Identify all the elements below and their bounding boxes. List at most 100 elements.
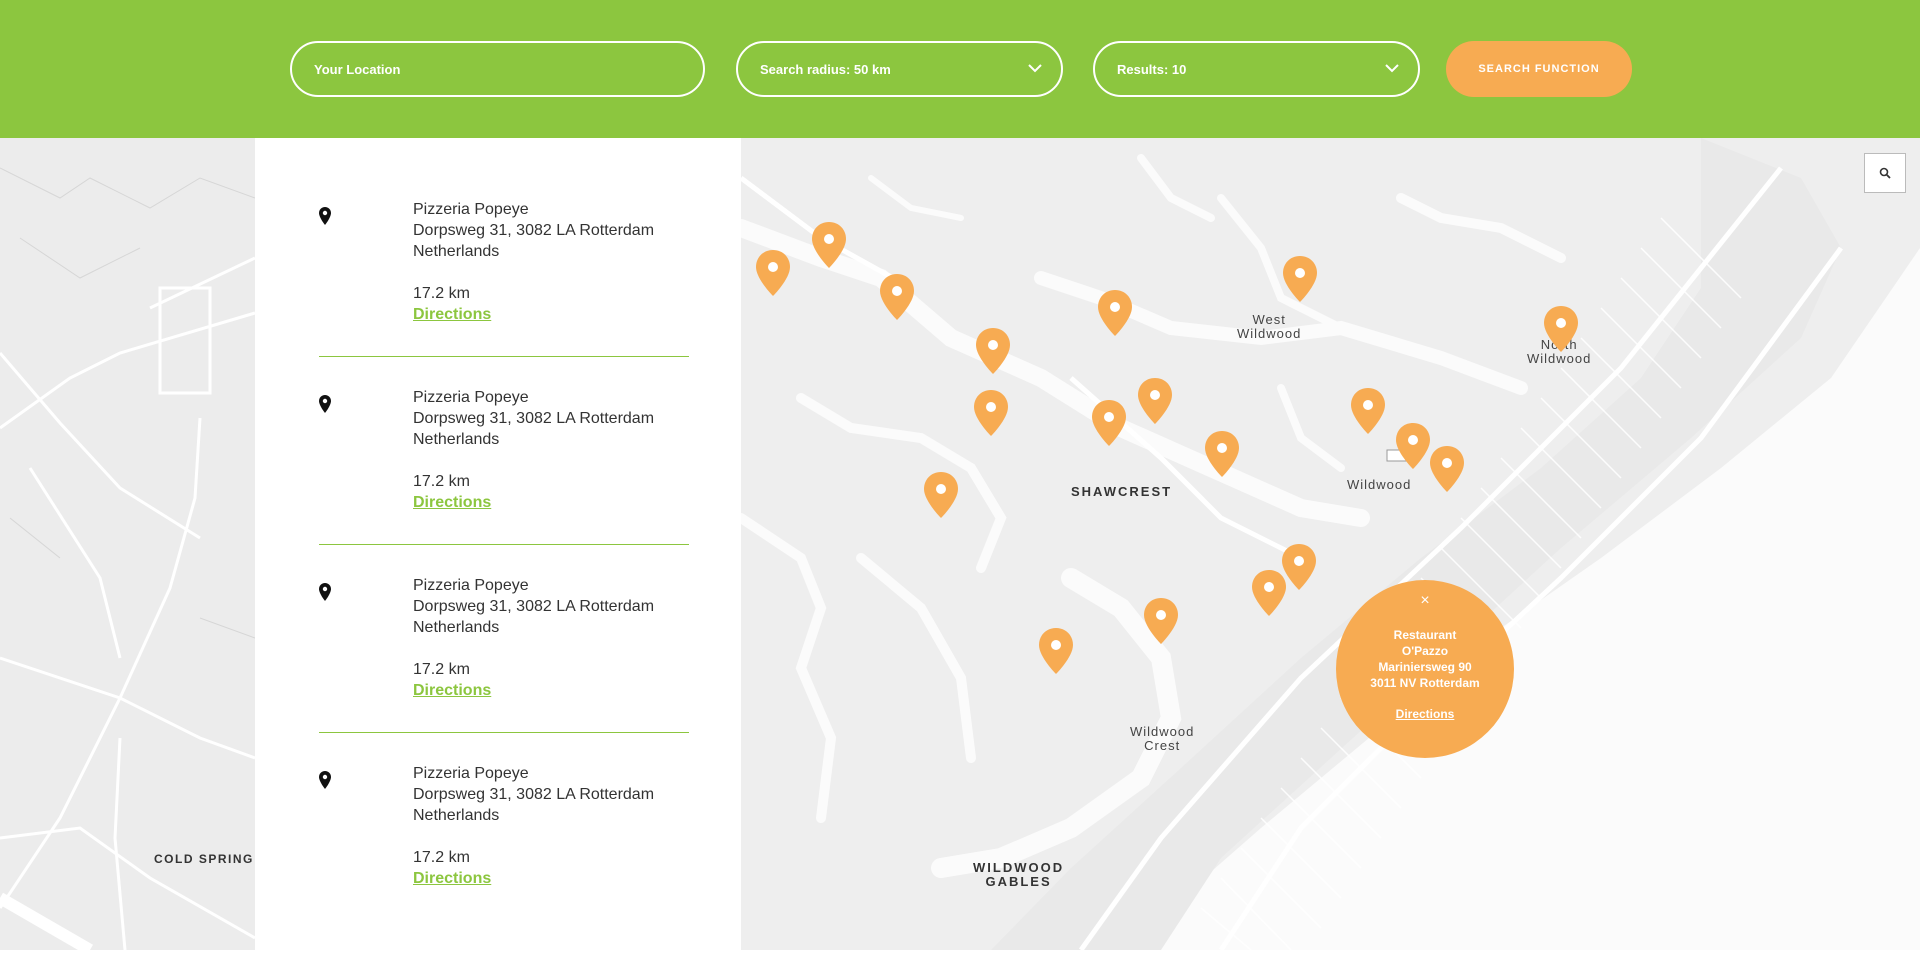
map-marker[interactable] (1350, 388, 1386, 434)
result-name: Pizzeria Popeye (413, 577, 529, 594)
place-label: West Wildwood (1237, 313, 1301, 341)
result-distance: 17.2 km (413, 661, 470, 678)
close-icon[interactable]: × (1336, 592, 1514, 610)
map-search-button[interactable] (1864, 153, 1906, 193)
result-address: Dorpsweg 31, 3082 LA Rotterdam (413, 410, 655, 427)
map-marker[interactable] (1395, 423, 1431, 469)
map-pin-icon (1252, 570, 1286, 616)
map-pin-icon (319, 207, 331, 225)
map-pin-icon (1351, 388, 1385, 434)
result-address: Dorpsweg 31, 3082 LA Rotterdam (413, 222, 655, 239)
left-map-roads (0, 167, 255, 950)
place-label: SHAWCREST (1071, 484, 1173, 499)
search-button[interactable]: SEARCH FUNCTION (1446, 41, 1632, 97)
divider (319, 544, 689, 545)
map-pin-icon (1098, 290, 1132, 336)
place-label-line: West (1252, 312, 1286, 327)
place-label-line: Wildwood (1237, 326, 1302, 341)
result-country: Netherlands (413, 807, 500, 824)
result-address: Dorpsweg 31, 3082 LA Rotterdam (413, 786, 655, 803)
result-country: Netherlands (413, 243, 500, 260)
popup-line: Restaurant (1393, 628, 1457, 642)
map-marker[interactable] (879, 274, 915, 320)
place-label-line: Wildwood (1527, 351, 1592, 366)
map-marker[interactable] (1543, 306, 1579, 352)
map-marker[interactable] (1097, 290, 1133, 336)
map-marker[interactable] (1429, 446, 1465, 492)
result-address: Dorpsweg 31, 3082 LA Rotterdam (413, 598, 655, 615)
map-view[interactable]: SHAWCREST West Wildwood North Wildwood W… (741, 138, 1920, 950)
directions-link[interactable]: Directions (413, 682, 491, 700)
map-marker[interactable] (1204, 431, 1240, 477)
result-country: Netherlands (413, 431, 500, 448)
popup-line: Mariniersweg 90 (1378, 660, 1472, 674)
result-item: Pizzeria Popeye Dorpsweg 31, 3082 LA Rot… (319, 201, 689, 389)
map-marker[interactable] (1251, 570, 1287, 616)
map-marker[interactable] (755, 250, 791, 296)
result-distance: 17.2 km (413, 285, 470, 302)
map-background (741, 138, 1920, 950)
directions-link[interactable]: Directions (413, 494, 491, 512)
map-pin-icon (319, 771, 331, 789)
result-distance: 17.2 km (413, 473, 470, 490)
radius-select[interactable]: Search radius: 50 km (736, 41, 1063, 97)
chevron-down-icon (1385, 64, 1399, 73)
map-marker[interactable] (1091, 400, 1127, 446)
map-pin-icon (1205, 431, 1239, 477)
directions-link[interactable]: Directions (413, 306, 491, 324)
result-name: Pizzeria Popeye (413, 765, 529, 782)
results-select[interactable]: Results: 10 (1093, 41, 1420, 97)
map-pin-icon (1138, 378, 1172, 424)
place-label: Wildwood Crest (1130, 725, 1194, 753)
map-pin-icon (1144, 598, 1178, 644)
results-list: Pizzeria Popeye Dorpsweg 31, 3082 LA Rot… (255, 138, 741, 950)
map-marker[interactable] (975, 328, 1011, 374)
map-pin-icon (1039, 628, 1073, 674)
results-value: Results: 10 (1117, 61, 1187, 77)
place-label-cold-spring: COLD SPRING (154, 852, 254, 866)
map-pin-icon (1092, 400, 1126, 446)
result-item: Pizzeria Popeye Dorpsweg 31, 3082 LA Rot… (319, 577, 689, 765)
map-pin-icon (319, 395, 331, 413)
location-input[interactable]: Your Location (290, 41, 705, 97)
result-item: Pizzeria Popeye Dorpsweg 31, 3082 LA Rot… (319, 765, 689, 953)
map-marker[interactable] (1038, 628, 1074, 674)
place-label-line: Wildwood (1130, 724, 1195, 739)
map-marker[interactable] (1137, 378, 1173, 424)
map-pin-icon (1396, 423, 1430, 469)
result-country: Netherlands (413, 619, 500, 636)
directions-link[interactable]: Directions (413, 870, 491, 888)
map-marker[interactable] (973, 390, 1009, 436)
radius-value: Search radius: 50 km (760, 61, 891, 77)
map-marker[interactable] (1282, 256, 1318, 302)
map-marker[interactable] (923, 472, 959, 518)
place-label: Wildwood (1347, 477, 1412, 492)
result-name: Pizzeria Popeye (413, 389, 529, 406)
map-pin-icon (812, 222, 846, 268)
place-label: WILDWOOD GABLES (973, 861, 1064, 889)
place-label-line: Crest (1144, 738, 1181, 753)
chevron-down-icon (1028, 64, 1042, 73)
result-distance: 17.2 km (413, 849, 470, 866)
map-marker[interactable] (811, 222, 847, 268)
result-item: Pizzeria Popeye Dorpsweg 31, 3082 LA Rot… (319, 389, 689, 577)
map-pin-icon (880, 274, 914, 320)
place-label-line: GABLES (985, 874, 1052, 889)
search-button-label: SEARCH FUNCTION (1478, 63, 1600, 75)
left-map-background: COLD SPRING (0, 138, 255, 950)
map-pin-icon (974, 390, 1008, 436)
place-label-line: WILDWOOD (973, 860, 1065, 875)
map-pin-icon (1544, 306, 1578, 352)
popup-line: O'Pazzo (1401, 644, 1449, 658)
divider (319, 356, 689, 357)
map-marker[interactable] (1143, 598, 1179, 644)
map-pin-icon (924, 472, 958, 518)
map-pin-icon (976, 328, 1010, 374)
divider (319, 732, 689, 733)
location-popup: × Restaurant O'Pazzo Mariniersweg 90 301… (1336, 580, 1514, 758)
map-pin-icon (1430, 446, 1464, 492)
map-pin-icon (756, 250, 790, 296)
map-pin-icon (319, 583, 331, 601)
popup-directions-link[interactable]: Directions (1336, 707, 1514, 721)
location-placeholder: Your Location (314, 61, 401, 77)
